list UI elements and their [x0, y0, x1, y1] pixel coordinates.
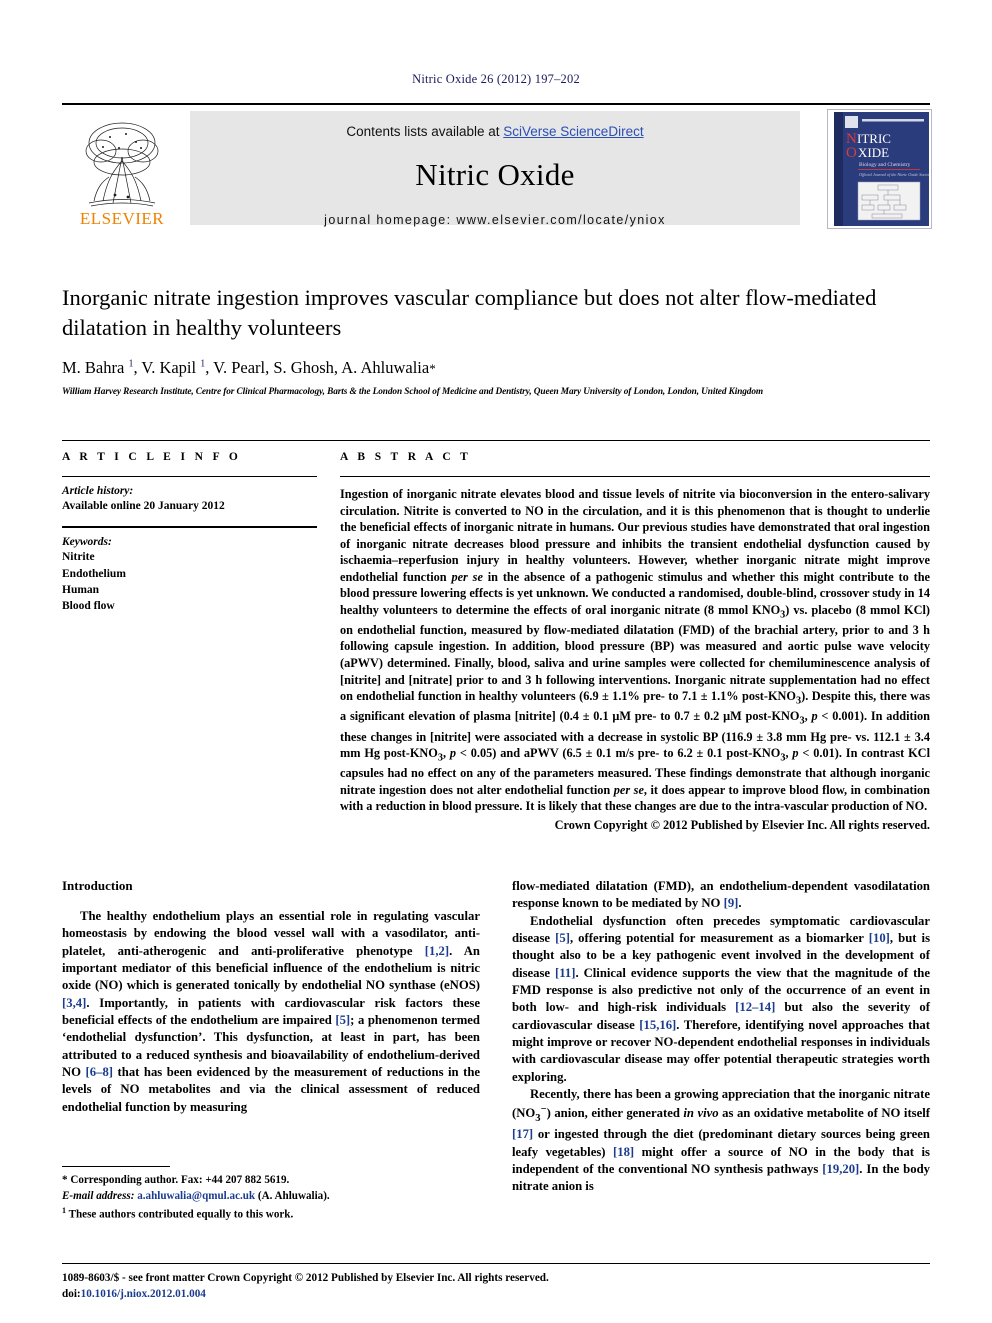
svg-text:ITRIC: ITRIC — [857, 131, 891, 146]
article-info-rule-top — [62, 476, 317, 477]
author-list: M. Bahra 1, V. Kapil 1, V. Pearl, S. Gho… — [62, 358, 436, 378]
paper-page: Nitric Oxide 26 (2012) 197–202 ELSEVIER … — [0, 0, 992, 1323]
svg-text:Biology and Chemistry: Biology and Chemistry — [859, 162, 911, 168]
elsevier-tree-icon — [79, 117, 165, 209]
footer-doi-line[interactable]: doi:10.1016/j.niox.2012.01.004 — [62, 1286, 930, 1302]
keywords-list: Nitrite Endothelium Human Blood flow — [62, 549, 317, 614]
abstract-heading: A B S T R A C T — [340, 451, 472, 463]
title-block: Inorganic nitrate ingestion improves vas… — [62, 283, 930, 397]
svg-text:Official Journal of the Nitric: Official Journal of the Nitric Oxide Soc… — [859, 172, 929, 177]
svg-text:O: O — [846, 145, 857, 161]
keyword-item: Nitrite — [62, 551, 95, 564]
footer-copyright-line: 1089-8603/$ - see front matter Crown Cop… — [62, 1272, 549, 1284]
abstract-copyright: Crown Copyright © 2012 Published by Else… — [554, 817, 930, 832]
affiliation-line: William Harvey Research Institute, Centr… — [62, 387, 764, 398]
footnote-rule — [62, 1166, 170, 1167]
doi-label: doi: — [62, 1288, 81, 1301]
keyword-item: Blood flow — [62, 600, 115, 613]
keywords-label: Keywords: — [62, 536, 112, 549]
contents-lists-prefix: Contents lists available at — [346, 124, 504, 139]
doi-value[interactable]: 10.1016/j.niox.2012.01.004 — [81, 1288, 206, 1300]
keyword-item: Endothelium — [62, 567, 126, 580]
journal-title: Nitric Oxide — [415, 157, 575, 192]
page-footer: 1089-8603/$ - see front matter Crown Cop… — [62, 1263, 930, 1302]
info-abstract-section: A R T I C L E I N F O Article history: A… — [62, 440, 930, 832]
running-head: Nitric Oxide 26 (2012) 197–202 — [412, 72, 580, 86]
article-info-column: A R T I C L E I N F O Article history: A… — [62, 451, 317, 615]
elsevier-wordmark: ELSEVIER — [79, 209, 165, 228]
keyword-item: Human — [62, 583, 100, 596]
footnote-email[interactable]: E-mail address: a.ahluwalia@qmul.ac.uk (… — [62, 1189, 480, 1205]
intro-paragraph-2: Endothelial dysfunction often precedes s… — [512, 913, 931, 1084]
page-title: Inorganic nitrate ingestion improves vas… — [62, 285, 877, 340]
footnote-equal-contribution: 1 These authors contributed equally to t… — [62, 1205, 294, 1221]
journal-header-band: ELSEVIER Contents lists available at Sci… — [62, 103, 932, 229]
article-history-value: Available online 20 January 2012 — [62, 500, 225, 512]
footnote-corresponding-author: * Corresponding author. Fax: +44 207 882… — [62, 1174, 290, 1186]
abstract-column: A B S T R A C T Ingestion of inorganic n… — [340, 451, 930, 833]
intro-paragraph-1: The healthy endothelium plays an essenti… — [62, 909, 481, 1114]
intro-paragraph-1-cont: flow-mediated dilatation (FMD), an endot… — [512, 879, 930, 911]
intro-paragraph-3: Recently, there has been a growing appre… — [512, 1086, 931, 1194]
journal-homepage-line[interactable]: journal homepage: www.elsevier.com/locat… — [324, 213, 666, 227]
article-history-label: Article history: — [62, 485, 134, 497]
contents-lists-line: Contents lists available at SciVerse Sci… — [346, 124, 643, 139]
abstract-body: Ingestion of inorganic nitrate elevates … — [340, 487, 931, 814]
svg-text:XIDE: XIDE — [858, 145, 889, 160]
footnotes-block: * Corresponding author. Fax: +44 207 882… — [62, 1166, 480, 1223]
elsevier-logo: ELSEVIER — [62, 111, 182, 227]
sciencedirect-link[interactable]: SciVerse ScienceDirect — [503, 124, 643, 139]
journal-masthead: Contents lists available at SciVerse Sci… — [190, 111, 800, 227]
article-info-heading: A R T I C L E I N F O — [62, 451, 242, 463]
article-info-rule-mid — [62, 526, 317, 529]
body-column-left: Introduction The healthy endothelium pla… — [62, 878, 480, 1116]
abstract-rule — [340, 476, 930, 477]
body-column-right: flow-mediated dilatation (FMD), an endot… — [512, 878, 930, 1196]
introduction-heading: Introduction — [62, 878, 133, 893]
journal-cover-thumbnail: N ITRIC O XIDE Biology and Chemistry Off… — [827, 109, 932, 229]
